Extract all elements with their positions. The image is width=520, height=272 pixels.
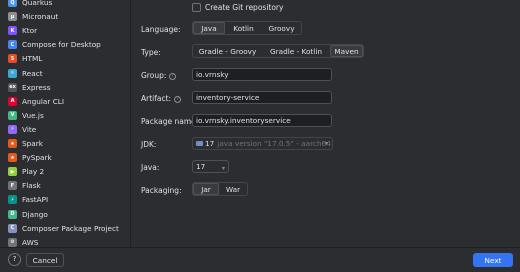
group-label: Group:? xyxy=(141,71,177,80)
project-settings-form: Create Git repository Language: Java Kot… xyxy=(132,0,520,247)
angular-icon: A xyxy=(8,96,17,106)
express-icon: ex xyxy=(8,82,17,92)
sidebar-item-pyspark[interactable]: ★ PySpark xyxy=(0,151,130,164)
sidebar-item-micronaut[interactable]: μ Micronaut xyxy=(0,10,130,23)
package-name-label: Package name: xyxy=(141,117,199,126)
sidebar-item-quarkus[interactable]: Q Quarkus xyxy=(0,0,130,9)
sidebar-item-flask[interactable]: F Flask xyxy=(0,179,130,192)
quarkus-icon: Q xyxy=(8,0,17,7)
artifact-label: Artifact:? xyxy=(141,94,182,103)
compose-icon: C xyxy=(8,40,17,50)
sidebar-item-label: HTML xyxy=(22,54,43,64)
sidebar-item-fastapi[interactable]: ⚡ FastAPI xyxy=(0,193,130,206)
vue-icon: V xyxy=(8,110,17,120)
project-generator-sidebar: Q Quarkus μ Micronaut K Ktor C Compose for Desk… xyxy=(0,0,131,247)
language-option-kotlin[interactable]: Kotlin xyxy=(225,22,262,34)
sidebar-item-label: Composer Package Project xyxy=(22,223,119,233)
language-selector: Java Kotlin Groovy xyxy=(192,21,302,35)
group-label-text: Group: xyxy=(141,71,167,80)
java-version-select[interactable]: 17 ▾ xyxy=(192,160,229,173)
package-name-input[interactable]: io.vrnsky.inventoryservice xyxy=(192,114,332,127)
react-icon: ⚛ xyxy=(8,68,17,78)
sidebar-item-label: Compose for Desktop xyxy=(22,40,101,50)
sidebar-item-spark[interactable]: ★ Spark xyxy=(0,137,130,150)
type-label: Type: xyxy=(141,48,161,57)
build-type-selector: Gradle - Groovy Gradle - Kotlin Maven xyxy=(192,44,364,58)
django-icon: D xyxy=(8,209,17,219)
sidebar-item-play-2[interactable]: ▶ Play 2 xyxy=(0,165,130,178)
play-icon: ▶ xyxy=(8,167,17,177)
help-icon[interactable]: ? xyxy=(174,95,182,103)
vite-icon: ⚡ xyxy=(8,124,17,134)
sidebar-item-label: Angular CLI xyxy=(22,96,65,106)
language-option-java[interactable]: Java xyxy=(193,22,225,34)
type-option-gradle-groovy[interactable]: Gradle - Groovy xyxy=(193,45,262,57)
java-label: Java: xyxy=(141,163,160,172)
spark-icon: ★ xyxy=(8,139,17,148)
sidebar-item-html[interactable]: 5 HTML xyxy=(0,52,130,65)
sidebar-item-label: Vue.js xyxy=(22,110,44,120)
sidebar-item-label: Django xyxy=(22,209,48,219)
create-git-repository-label: Create Git repository xyxy=(205,3,284,12)
group-input[interactable]: io.vrnsky xyxy=(192,68,332,81)
chevron-down-icon: ▾ xyxy=(324,140,328,147)
sidebar-item-label: Quarkus xyxy=(22,0,53,7)
artifact-label-text: Artifact: xyxy=(141,94,172,103)
chevron-down-icon: ▾ xyxy=(221,165,225,172)
html-icon: 5 xyxy=(8,54,17,64)
jdk-label: JDK: xyxy=(141,140,157,149)
sidebar-item-django[interactable]: D Django xyxy=(0,208,130,221)
help-icon[interactable]: ? xyxy=(169,72,177,80)
sidebar-item-label: Micronaut xyxy=(22,12,59,22)
dialog-footer: ? Cancel Next xyxy=(0,247,520,272)
jdk-dropdown[interactable]: 17 java version "17.0.5" - aarch64 ▾ xyxy=(192,137,333,150)
sidebar-item-label: PySpark xyxy=(22,153,52,163)
pyspark-icon: ★ xyxy=(8,153,17,163)
ktor-icon: K xyxy=(8,26,17,36)
jdk-number: 17 xyxy=(205,139,215,148)
sidebar-item-label: Play 2 xyxy=(22,167,45,177)
type-option-gradle-kotlin[interactable]: Gradle - Kotlin xyxy=(262,45,330,57)
sidebar-item-label: Spark xyxy=(22,139,43,148)
sidebar-item-ktor[interactable]: K Ktor xyxy=(0,24,130,37)
next-button[interactable]: Next xyxy=(473,253,513,267)
type-option-maven[interactable]: Maven xyxy=(330,45,363,57)
folder-icon xyxy=(196,141,203,146)
sidebar-item-label: FastAPI xyxy=(22,195,49,205)
jdk-version-text: java version "17.0.5" - aarch64 xyxy=(217,139,331,148)
packaging-option-war[interactable]: War xyxy=(219,183,247,195)
packaging-option-jar[interactable]: Jar xyxy=(193,183,219,195)
composer-icon: C xyxy=(8,223,17,233)
sidebar-item-composer-package-project[interactable]: C Composer Package Project xyxy=(0,222,130,235)
packaging-label: Packaging: xyxy=(141,186,182,195)
language-label: Language: xyxy=(141,25,181,34)
flask-icon: F xyxy=(8,181,17,191)
sidebar-item-vite[interactable]: ⚡ Vite xyxy=(0,123,130,136)
sidebar-item-react[interactable]: ⚛ React xyxy=(0,67,130,80)
sidebar-item-label: Vite xyxy=(22,124,37,134)
sidebar-item-compose-for-desktop[interactable]: C Compose for Desktop xyxy=(0,38,130,51)
sidebar-item-express[interactable]: ex Express xyxy=(0,81,130,94)
sidebar-item-label: AWS xyxy=(22,237,39,247)
sidebar-item-angular-cli[interactable]: A Angular CLI xyxy=(0,95,130,108)
java-version-value: 17 xyxy=(196,162,206,171)
sidebar-item-aws[interactable]: ⚙ AWS xyxy=(0,236,130,247)
help-button[interactable]: ? xyxy=(8,253,21,266)
micronaut-icon: μ xyxy=(8,12,17,22)
packaging-selector: Jar War xyxy=(192,182,248,196)
artifact-input[interactable]: inventory-service xyxy=(192,91,332,104)
sidebar-item-label: Express xyxy=(22,82,51,92)
language-option-groovy[interactable]: Groovy xyxy=(262,22,301,34)
fastapi-icon: ⚡ xyxy=(8,195,17,205)
create-git-repository-checkbox[interactable] xyxy=(192,3,201,12)
aws-icon: ⚙ xyxy=(8,237,17,247)
sidebar-item-label: React xyxy=(22,68,43,78)
sidebar-item-vue-js[interactable]: V Vue.js xyxy=(0,109,130,122)
sidebar-item-label: Ktor xyxy=(22,26,38,36)
sidebar-item-label: Flask xyxy=(22,181,41,191)
cancel-button[interactable]: Cancel xyxy=(26,253,64,267)
